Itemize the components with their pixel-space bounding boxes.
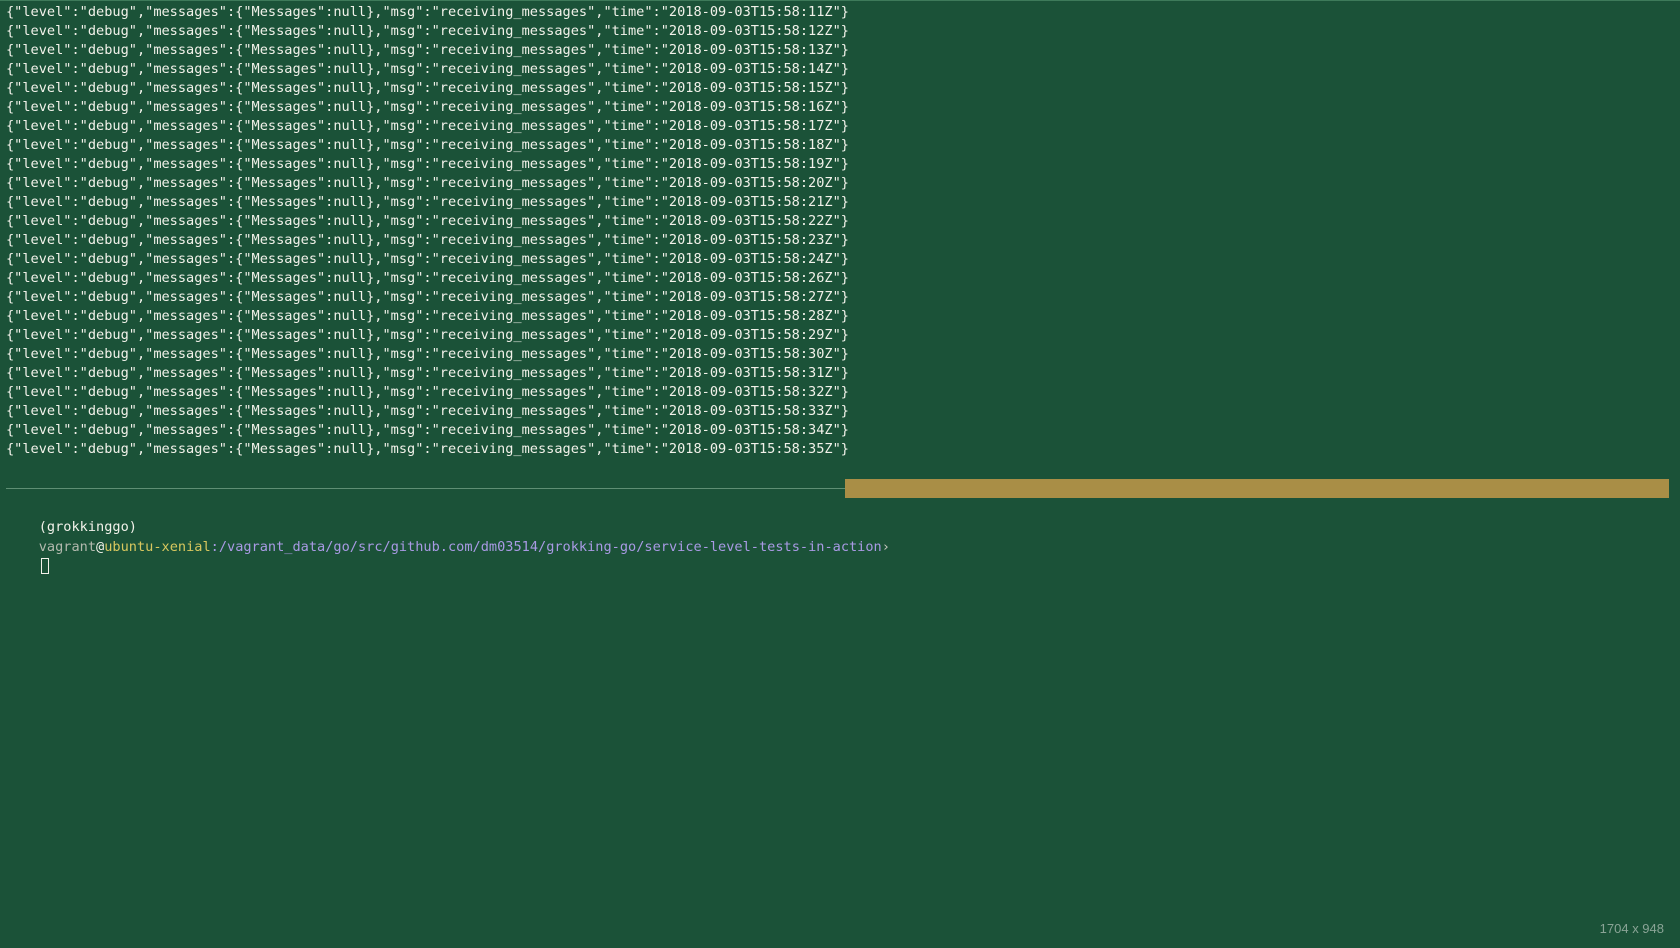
prompt-at: @ [96, 539, 105, 555]
log-line: {"level":"debug","messages":{"Messages":… [6, 23, 849, 39]
window-dimensions-label: 1704 x 948 [1599, 921, 1664, 936]
prompt-path: :/vagrant_data/go/src/github.com/dm03514… [210, 539, 882, 555]
log-line: {"level":"debug","messages":{"Messages":… [6, 441, 849, 457]
log-line: {"level":"debug","messages":{"Messages":… [6, 4, 849, 20]
log-line: {"level":"debug","messages":{"Messages":… [6, 270, 849, 286]
log-line: {"level":"debug","messages":{"Messages":… [6, 232, 849, 248]
prompt-env: (grokkinggo) [38, 519, 137, 535]
log-line: {"level":"debug","messages":{"Messages":… [6, 422, 849, 438]
log-line: {"level":"debug","messages":{"Messages":… [6, 403, 849, 419]
log-line: {"level":"debug","messages":{"Messages":… [6, 308, 849, 324]
log-line: {"level":"debug","messages":{"Messages":… [6, 384, 849, 400]
prompt-user: vagrant [38, 539, 97, 555]
log-line: {"level":"debug","messages":{"Messages":… [6, 346, 849, 362]
log-line: {"level":"debug","messages":{"Messages":… [6, 61, 849, 77]
shell-prompt[interactable]: (grokkinggo) vagrant@ubuntu-xenial:/vagr… [6, 497, 890, 574]
log-line: {"level":"debug","messages":{"Messages":… [6, 42, 849, 58]
log-line: {"level":"debug","messages":{"Messages":… [6, 289, 849, 305]
log-line: {"level":"debug","messages":{"Messages":… [6, 327, 849, 343]
log-line: {"level":"debug","messages":{"Messages":… [6, 118, 849, 134]
prompt-arrow-icon: › [881, 539, 890, 555]
prompt-host: ubuntu-xenial [104, 539, 211, 555]
status-divider [6, 488, 846, 489]
log-line: {"level":"debug","messages":{"Messages":… [6, 156, 849, 172]
log-line: {"level":"debug","messages":{"Messages":… [6, 194, 849, 210]
log-line: {"level":"debug","messages":{"Messages":… [6, 80, 849, 96]
log-line: {"level":"debug","messages":{"Messages":… [6, 99, 849, 115]
log-line: {"level":"debug","messages":{"Messages":… [6, 137, 849, 153]
status-bar-highlight [845, 479, 1669, 498]
log-line: {"level":"debug","messages":{"Messages":… [6, 175, 849, 191]
terminal-window[interactable]: {"level":"debug","messages":{"Messages":… [0, 0, 1680, 948]
log-output: {"level":"debug","messages":{"Messages":… [6, 3, 849, 459]
text-cursor[interactable] [40, 558, 49, 574]
log-line: {"level":"debug","messages":{"Messages":… [6, 213, 849, 229]
log-line: {"level":"debug","messages":{"Messages":… [6, 365, 849, 381]
log-line: {"level":"debug","messages":{"Messages":… [6, 251, 849, 267]
